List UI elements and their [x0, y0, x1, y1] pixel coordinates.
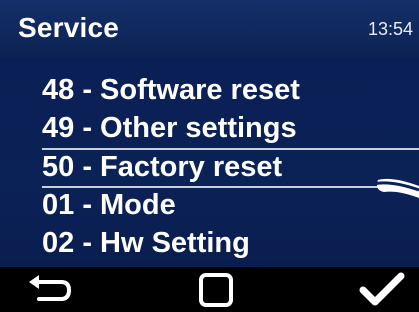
clock-time: 13:54: [367, 19, 413, 39]
header-bar: Service 13:54: [0, 0, 419, 58]
menu-item-software-reset[interactable]: 48 - Software reset: [42, 71, 419, 109]
service-screen: Service 13:54 48 - Software reset 49 - O…: [0, 0, 419, 312]
back-arrow-icon: [29, 274, 72, 301]
menu-item-other-settings[interactable]: 49 - Other settings: [42, 109, 419, 147]
scroll-indicator-icon: [373, 178, 419, 198]
menu-item-hw-setting[interactable]: 02 - Hw Setting: [42, 224, 419, 262]
square-icon: [199, 272, 233, 307]
bottom-bar: [0, 267, 419, 312]
home-button[interactable]: [186, 267, 246, 312]
menu-item-factory-reset[interactable]: 50 - Factory reset: [42, 148, 419, 186]
menu-item-mode[interactable]: 01 - Mode: [42, 186, 419, 224]
back-button[interactable]: [20, 267, 80, 312]
page-title: Service: [18, 12, 120, 43]
menu-list: 48 - Software reset 49 - Other settings …: [0, 58, 419, 267]
confirm-button[interactable]: [352, 267, 412, 312]
checkmark-icon: [359, 272, 405, 305]
